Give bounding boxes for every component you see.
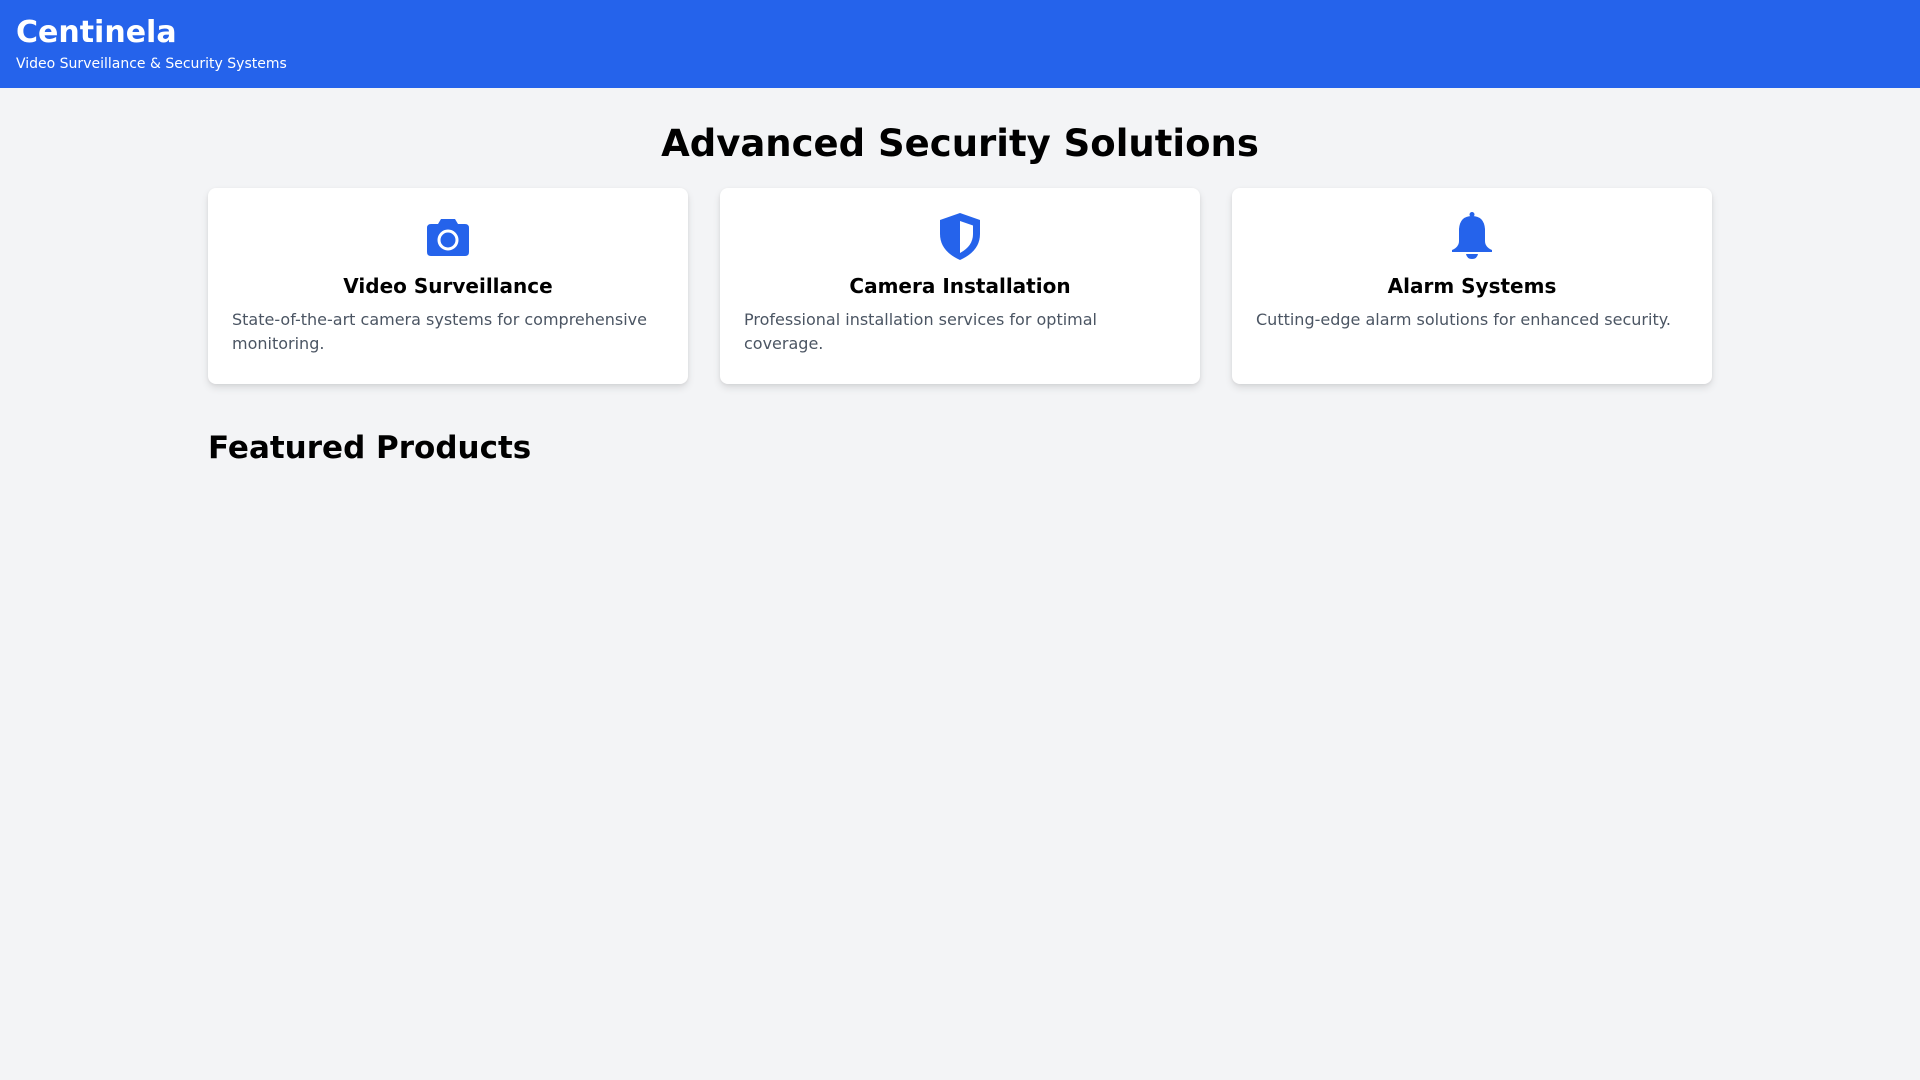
card-title: Video Surveillance bbox=[343, 274, 553, 298]
card-description: State-of-the-art camera systems for comp… bbox=[232, 310, 647, 353]
card-description: Cutting-edge alarm solutions for enhance… bbox=[1256, 310, 1671, 329]
main-content: Advanced Security Solutions Video Survei… bbox=[208, 88, 1712, 468]
featured-products-title: Featured Products bbox=[208, 430, 532, 466]
bell-icon bbox=[1446, 210, 1498, 262]
service-card-video-surveillance: Video Surveillance State-of-the-art came… bbox=[208, 188, 688, 384]
card-title: Camera Installation bbox=[849, 274, 1071, 298]
service-card-camera-installation: Camera Installation Professional install… bbox=[720, 188, 1200, 384]
shield-icon bbox=[934, 210, 986, 262]
brand-name[interactable]: Centinela bbox=[16, 16, 1904, 50]
card-description: Professional installation services for o… bbox=[744, 310, 1097, 353]
services-cards: Video Surveillance State-of-the-art came… bbox=[208, 188, 1712, 384]
card-title: Alarm Systems bbox=[1387, 274, 1557, 298]
site-header: Centinela Video Surveillance & Security … bbox=[0, 0, 1920, 88]
service-card-alarm-systems: Alarm Systems Cutting-edge alarm solutio… bbox=[1232, 188, 1712, 384]
hero-title: Advanced Security Solutions bbox=[661, 122, 1259, 165]
brand-tagline: Video Surveillance & Security Systems bbox=[16, 56, 287, 72]
camera-icon bbox=[422, 210, 474, 262]
